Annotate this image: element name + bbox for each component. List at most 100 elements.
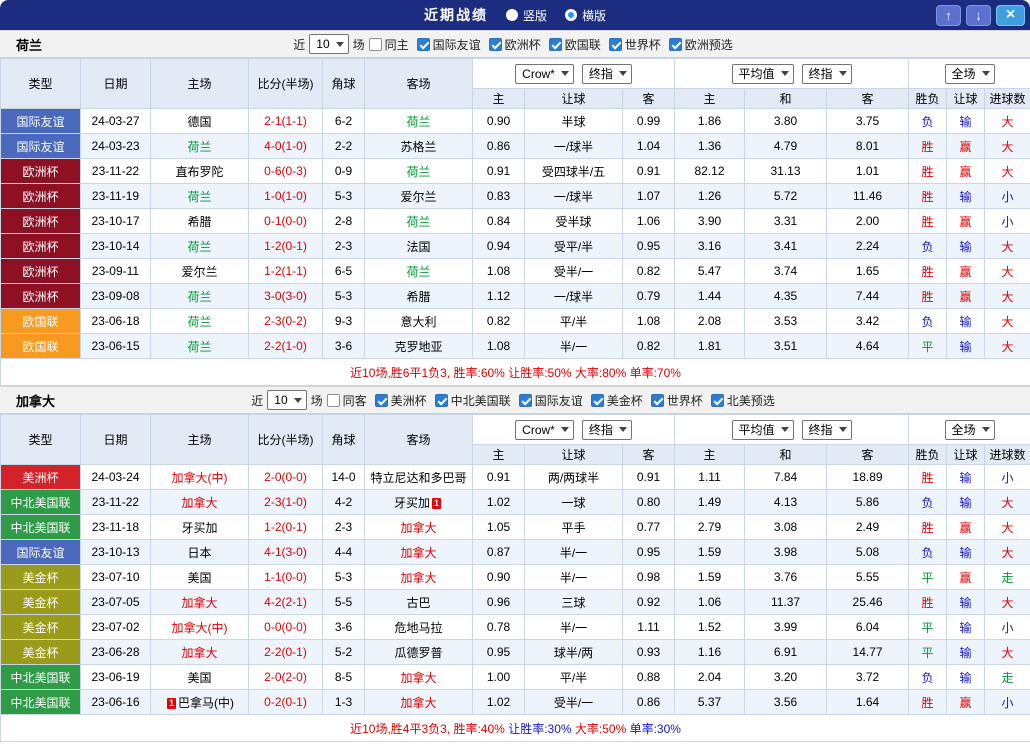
home-team: 荷兰	[150, 333, 249, 359]
bookmaker-select-value: Crow*	[522, 422, 555, 437]
final-odds-select[interactable]: 终指	[801, 419, 852, 440]
result-goals: 大	[984, 514, 1030, 540]
result-handicap: 输	[946, 108, 986, 134]
same-venue-label[interactable]: 同主	[385, 36, 409, 53]
league-filter-checkbox[interactable]	[650, 393, 664, 407]
league-filter-checkbox[interactable]	[608, 37, 622, 51]
corners: 4-2	[322, 489, 365, 515]
league-filter-checkbox[interactable]	[434, 393, 448, 407]
avg-away: 18.89	[826, 464, 910, 490]
result-handicap: 输	[946, 489, 986, 515]
final-odds-select[interactable]: 终指	[581, 63, 632, 84]
avg-away: 1.64	[826, 689, 910, 715]
result-outcome: 胜	[908, 158, 948, 184]
league-filter-checkbox[interactable]	[416, 37, 430, 51]
result-goals: 大	[984, 639, 1030, 665]
bookmaker-select[interactable]: Crow*	[515, 63, 574, 84]
league-filter-label[interactable]: 国际友谊	[535, 392, 583, 409]
fulltime-select[interactable]: 全场	[944, 63, 995, 84]
home-team-name: 荷兰	[187, 339, 212, 354]
odds-away: 0.99	[621, 108, 676, 134]
column-header: 客场	[364, 58, 473, 109]
bookmaker-select[interactable]: Crow*	[515, 419, 574, 440]
sub-column-header: 胜负	[908, 88, 948, 109]
league-filter-checkbox[interactable]	[518, 393, 532, 407]
league-filter-label[interactable]: 欧洲预选	[685, 36, 733, 53]
odds-handicap: 受四球半/五	[524, 158, 623, 184]
league-filter-label[interactable]: 欧国联	[565, 36, 601, 53]
same-venue-checkbox[interactable]	[368, 37, 382, 51]
corners: 5-3	[322, 564, 365, 590]
away-team: 爱尔兰	[364, 183, 473, 209]
match-date: 23-06-15	[80, 333, 151, 359]
result-handicap: 输	[946, 539, 986, 565]
league-filter-checkbox[interactable]	[548, 37, 562, 51]
result-handicap: 赢	[946, 283, 986, 309]
score: 0-6(0-3)	[248, 158, 323, 184]
result-goals: 小	[984, 464, 1030, 490]
fulltime-select[interactable]: 全场	[944, 419, 995, 440]
chevron-down-icon	[838, 71, 847, 76]
home-team-name: 直布罗陀	[175, 164, 224, 179]
final-odds-select[interactable]: 终指	[581, 419, 632, 440]
layout-radio-vertical[interactable]: 竖版	[505, 7, 547, 24]
odds-handicap: 一/球半	[524, 133, 623, 159]
avg-away: 1.01	[826, 158, 910, 184]
result-goals: 小	[984, 689, 1030, 715]
result-outcome: 胜	[908, 589, 948, 615]
league-filter-checkbox[interactable]	[668, 37, 682, 51]
recent-count-select[interactable]: 10	[267, 390, 307, 410]
away-team: 加拿大	[364, 689, 473, 715]
away-team: 加拿大	[364, 564, 473, 590]
score: 2-0(2-0)	[248, 664, 323, 690]
league-filter-label[interactable]: 北美预选	[727, 392, 775, 409]
result-goals: 大	[984, 539, 1030, 565]
result-handicap: 输	[946, 589, 986, 615]
league-filter-checkbox[interactable]	[590, 393, 604, 407]
league-filter-label[interactable]: 中北美国联	[451, 392, 511, 409]
league-filter-checkbox[interactable]	[710, 393, 724, 407]
avg-away: 6.04	[826, 614, 910, 640]
average-odds-controls: 平均值 终指	[676, 419, 907, 440]
summary-segment: 胜率:40%	[453, 721, 505, 736]
average-odds-select[interactable]: 平均值	[731, 63, 794, 84]
away-team-name: 特立尼达和多巴哥	[370, 470, 467, 485]
summary-text: 近10场,胜6平1负3, 胜率:60% 让胜率:50% 大率:80% 单率:70…	[0, 358, 1030, 386]
league-filter-label[interactable]: 美金杯	[607, 392, 643, 409]
recent-label: 近	[293, 37, 306, 52]
corners: 0-9	[322, 158, 365, 184]
sub-column-header: 进球数	[984, 88, 1030, 109]
same-venue-checkbox[interactable]	[326, 393, 340, 407]
same-venue-label[interactable]: 同客	[343, 392, 367, 409]
close-button[interactable]: ×	[996, 4, 1025, 26]
league-filter-label[interactable]: 欧洲杯	[505, 36, 541, 53]
recent-count-select[interactable]: 10	[309, 34, 349, 54]
league-filter-label[interactable]: 世界杯	[667, 392, 703, 409]
corners: 5-3	[322, 283, 365, 309]
match-row: 欧洲杯 23-10-14 荷兰 1-2(0-1) 2-3 法国 0.94 受平/半 0.95 3.…	[0, 233, 1030, 259]
avg-home: 1.16	[674, 639, 746, 665]
final-odds-select-value: 终指	[588, 67, 613, 81]
average-odds-select[interactable]: 平均值	[731, 419, 794, 440]
odds-away: 1.07	[621, 183, 676, 209]
home-team-name: 加拿大	[181, 595, 218, 610]
scroll-up-button[interactable]: ↑	[936, 4, 961, 26]
league-filter-label[interactable]: 国际友谊	[433, 36, 481, 53]
league-filter-checkbox[interactable]	[374, 393, 388, 407]
away-team: 古巴	[364, 589, 473, 615]
odds-away: 0.79	[621, 283, 676, 309]
odds-away: 0.98	[621, 564, 676, 590]
odds-handicap: 受半/一	[524, 689, 623, 715]
league-filter-checkbox[interactable]	[488, 37, 502, 51]
final-odds-select-value: 终指	[808, 423, 833, 437]
league-filter-label[interactable]: 美洲杯	[391, 392, 427, 409]
result-handicap: 赢	[946, 564, 986, 590]
match-type-badge: 中北美国联	[0, 489, 81, 515]
avg-home: 1.11	[674, 464, 746, 490]
match-row: 美金杯 23-07-05 加拿大 4-2(2-1) 5-5 古巴 0.96 三球 0.92 1.0…	[0, 589, 1030, 615]
result-outcome: 胜	[908, 133, 948, 159]
league-filter-label[interactable]: 世界杯	[625, 36, 661, 53]
final-odds-select[interactable]: 终指	[801, 63, 852, 84]
scroll-down-button[interactable]: ↓	[966, 4, 991, 26]
layout-radio-horizontal[interactable]: 横版	[565, 7, 606, 24]
